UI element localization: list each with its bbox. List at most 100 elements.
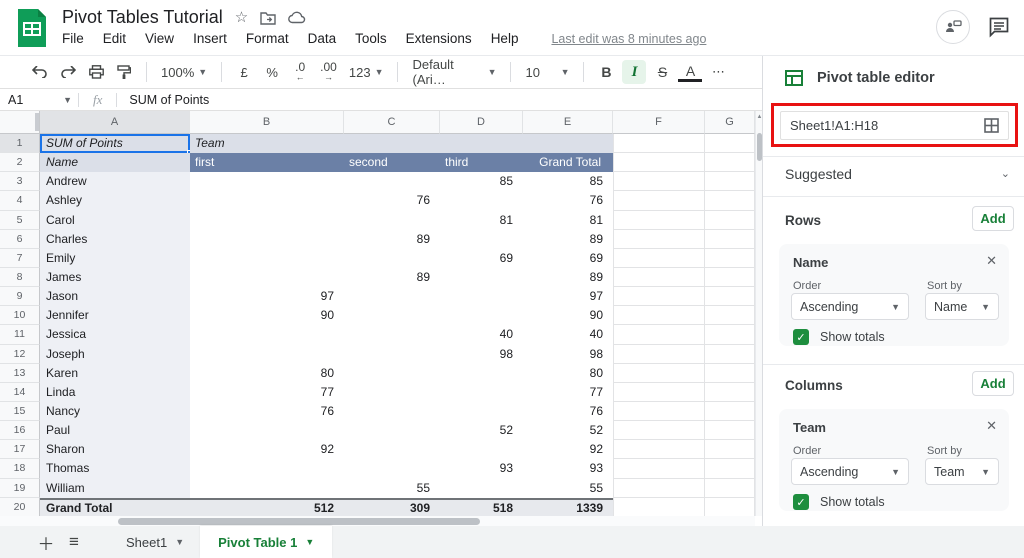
empty-cell[interactable] xyxy=(613,267,705,288)
empty-cell[interactable] xyxy=(705,134,755,154)
empty-cell[interactable] xyxy=(705,306,755,326)
cell-third[interactable]: 69 xyxy=(440,249,523,268)
menu-item-format[interactable]: Format xyxy=(246,31,289,46)
cell-person-name[interactable]: Ashley xyxy=(40,191,190,211)
select-range-icon[interactable] xyxy=(984,118,999,133)
empty-cell[interactable] xyxy=(705,267,755,288)
cell-third[interactable] xyxy=(440,287,523,306)
italic-button-active[interactable]: I xyxy=(622,60,647,84)
cell-second[interactable] xyxy=(344,402,440,421)
cell-second[interactable] xyxy=(344,421,440,440)
row-header-3[interactable]: 3 xyxy=(0,172,40,192)
cell-grand-total[interactable]: 81 xyxy=(523,211,613,230)
row-header-2[interactable]: 2 xyxy=(0,153,40,173)
cell-person-name[interactable]: William xyxy=(40,478,190,498)
tab-pivot-table-1-active[interactable]: Pivot Table 1 ▼ xyxy=(200,526,333,558)
cell-grand-total[interactable]: 77 xyxy=(523,383,613,402)
empty-cell[interactable] xyxy=(613,421,705,441)
empty-cell[interactable] xyxy=(705,440,755,460)
column-header-D[interactable]: D xyxy=(440,111,523,134)
close-icon[interactable]: ✕ xyxy=(986,418,997,434)
order-select[interactable]: Ascending ▼ xyxy=(791,293,909,320)
cell-third[interactable] xyxy=(440,479,523,498)
column-header-G[interactable]: G xyxy=(705,111,755,134)
menu-item-data[interactable]: Data xyxy=(308,31,337,46)
increase-decimal-button[interactable]: .00 → xyxy=(316,60,341,84)
cell-person-name[interactable]: Thomas xyxy=(40,459,190,479)
cloud-status-icon[interactable] xyxy=(288,11,306,24)
cell-second[interactable] xyxy=(344,306,440,325)
formula-input[interactable]: SUM of Points xyxy=(117,93,209,107)
pivot-col-header[interactable]: third xyxy=(440,153,523,173)
cell-first[interactable]: 76 xyxy=(190,402,344,421)
horizontal-scrollbar[interactable] xyxy=(0,516,755,526)
cell-third[interactable] xyxy=(440,364,523,383)
format-currency-button[interactable]: £ xyxy=(232,60,256,84)
undo-button[interactable] xyxy=(28,60,52,84)
toolbar-more-button[interactable]: ⋯ xyxy=(706,60,730,84)
cell-second[interactable] xyxy=(344,211,440,230)
sort-by-select[interactable]: Name ▼ xyxy=(925,293,999,320)
cell-first[interactable] xyxy=(190,479,344,498)
cell-third[interactable]: 85 xyxy=(440,172,523,191)
cell-team[interactable]: Team xyxy=(190,134,344,154)
grid-cell[interactable] xyxy=(440,134,523,154)
cell-person-name[interactable]: Emily xyxy=(40,248,190,268)
cell-first[interactable] xyxy=(190,421,344,440)
cell-person-name[interactable]: Jason xyxy=(40,287,190,307)
cell-person-name[interactable]: Charles xyxy=(40,229,190,249)
empty-cell[interactable] xyxy=(613,440,705,460)
menu-item-edit[interactable]: Edit xyxy=(103,31,126,46)
chevron-down-icon[interactable]: ⌄ xyxy=(1001,167,1010,180)
row-header-11[interactable]: 11 xyxy=(0,325,40,345)
pivot-col-header[interactable]: second xyxy=(344,153,440,173)
cell-first[interactable] xyxy=(190,249,344,268)
cell-first[interactable]: 97 xyxy=(190,287,344,306)
close-icon[interactable]: ✕ xyxy=(986,253,997,269)
presenter-button[interactable] xyxy=(936,10,970,44)
cell-first[interactable]: 90 xyxy=(190,306,344,325)
cell-name-label[interactable]: Name xyxy=(40,153,190,173)
cell-first[interactable] xyxy=(190,191,344,210)
row-header-6[interactable]: 6 xyxy=(0,229,40,249)
empty-cell[interactable] xyxy=(613,306,705,326)
pivot-col-header[interactable]: first xyxy=(190,153,344,173)
row-header-14[interactable]: 14 xyxy=(0,382,40,402)
cell-grand-total[interactable]: 89 xyxy=(523,230,613,249)
empty-cell[interactable] xyxy=(705,459,755,479)
show-totals-checkbox[interactable]: ✓ xyxy=(793,494,809,510)
empty-cell[interactable] xyxy=(613,191,705,211)
cell-second[interactable]: 89 xyxy=(344,268,440,287)
move-to-folder-icon[interactable] xyxy=(260,11,276,25)
cell-total-third[interactable]: 518 xyxy=(440,497,523,517)
cell-person-name[interactable]: Jennifer xyxy=(40,306,190,326)
tab-sheet1[interactable]: Sheet1 ▼ xyxy=(110,526,200,558)
menu-item-extensions[interactable]: Extensions xyxy=(406,31,472,46)
cell-person-name[interactable]: Paul xyxy=(40,421,190,441)
menu-item-insert[interactable]: Insert xyxy=(193,31,227,46)
row-header-16[interactable]: 16 xyxy=(0,421,40,441)
cell-first[interactable] xyxy=(190,211,344,230)
empty-cell[interactable] xyxy=(613,363,705,383)
cell-person-name[interactable]: Jessica xyxy=(40,325,190,345)
vertical-scrollbar[interactable]: ▲ xyxy=(755,111,762,516)
row-header-19[interactable]: 19 xyxy=(0,478,40,498)
cell-person-name[interactable]: Sharon xyxy=(40,440,190,460)
empty-cell[interactable] xyxy=(613,401,705,422)
cell-person-name[interactable]: Joseph xyxy=(40,344,190,364)
empty-cell[interactable] xyxy=(613,134,705,154)
column-header-B[interactable]: B xyxy=(190,111,344,134)
print-button[interactable] xyxy=(84,60,108,84)
cell-first[interactable]: 92 xyxy=(190,440,344,459)
cell-grand-total[interactable]: 92 xyxy=(523,440,613,459)
cell-second[interactable]: 55 xyxy=(344,479,440,498)
cell-total-first[interactable]: 512 xyxy=(190,497,344,517)
empty-cell[interactable] xyxy=(613,248,705,268)
cell-person-name[interactable]: Linda xyxy=(40,382,190,402)
cell-third[interactable] xyxy=(440,191,523,210)
cell-grand-total[interactable]: 40 xyxy=(523,325,613,344)
cell-person-name[interactable]: Nancy xyxy=(40,401,190,422)
cell-third[interactable] xyxy=(440,230,523,249)
cell-person-name[interactable]: Andrew xyxy=(40,172,190,192)
font-select[interactable]: Default (Ari… ▼ xyxy=(408,57,500,87)
